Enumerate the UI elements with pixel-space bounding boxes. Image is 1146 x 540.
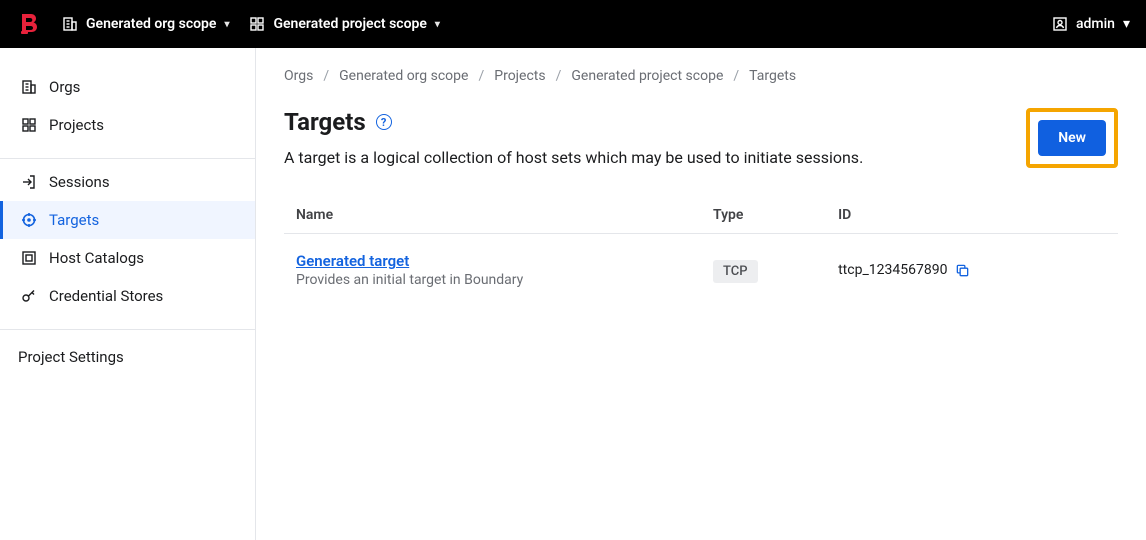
- main-content: Orgs / Generated org scope / Projects / …: [256, 48, 1146, 540]
- sidebar-item-host-catalogs[interactable]: Host Catalogs: [0, 239, 255, 277]
- copy-icon[interactable]: [955, 263, 970, 278]
- topbar: Generated org scope ▾ Generated project …: [0, 0, 1146, 48]
- grid-icon: [21, 117, 37, 133]
- chevron-down-icon: ▾: [435, 19, 440, 30]
- table-row: Generated target Provides an initial tar…: [284, 234, 1118, 307]
- breadcrumb-item[interactable]: Projects: [494, 68, 545, 84]
- chevron-down-icon: ▾: [224, 19, 229, 30]
- breadcrumb-item[interactable]: Generated org scope: [339, 68, 468, 84]
- target-name-link[interactable]: Generated target: [296, 252, 689, 270]
- target-icon: [21, 212, 37, 228]
- breadcrumb: Orgs / Generated org scope / Projects / …: [284, 68, 1118, 84]
- target-description: Provides an initial target in Boundary: [296, 272, 689, 288]
- new-button[interactable]: New: [1038, 120, 1106, 156]
- project-icon: [249, 16, 265, 32]
- sidebar-item-sessions[interactable]: Sessions: [0, 163, 255, 201]
- breadcrumb-item: Targets: [749, 68, 796, 84]
- project-scope-label: Generated project scope: [273, 16, 426, 32]
- user-menu[interactable]: admin ▾: [1052, 16, 1130, 32]
- sidebar-item-label: Projects: [49, 116, 104, 134]
- sidebar-item-orgs[interactable]: Orgs: [0, 68, 255, 106]
- org-scope-selector[interactable]: Generated org scope ▾: [62, 16, 229, 32]
- breadcrumb-item[interactable]: Orgs: [284, 68, 313, 84]
- sidebar-item-projects[interactable]: Projects: [0, 106, 255, 144]
- sidebar-item-label: Sessions: [49, 173, 110, 191]
- sidebar-settings-label: Project Settings: [18, 348, 124, 366]
- org-scope-label: Generated org scope: [86, 16, 216, 32]
- project-scope-selector[interactable]: Generated project scope ▾: [249, 16, 439, 32]
- key-icon: [21, 288, 37, 304]
- page-title-text: Targets: [284, 108, 366, 136]
- org-icon: [21, 79, 37, 95]
- sidebar-project-settings[interactable]: Project Settings: [0, 334, 255, 380]
- column-header-name: Name: [284, 197, 701, 234]
- user-icon: [1052, 16, 1068, 32]
- sidebar: Orgs Projects Sessions Targets: [0, 48, 256, 540]
- page-description: A target is a logical collection of host…: [284, 146, 863, 169]
- user-label: admin: [1076, 16, 1115, 32]
- help-icon[interactable]: ?: [376, 114, 392, 130]
- target-id: ttcp_1234567890: [838, 262, 947, 278]
- breadcrumb-sep: /: [323, 68, 329, 84]
- sidebar-item-label: Orgs: [49, 78, 80, 96]
- breadcrumb-sep: /: [733, 68, 739, 84]
- catalog-icon: [21, 250, 37, 266]
- org-icon: [62, 16, 78, 32]
- new-button-highlight: New: [1026, 108, 1118, 168]
- breadcrumb-sep: /: [556, 68, 562, 84]
- breadcrumb-item[interactable]: Generated project scope: [571, 68, 723, 84]
- sidebar-item-credential-stores[interactable]: Credential Stores: [0, 277, 255, 315]
- enter-icon: [21, 174, 37, 190]
- column-header-type: Type: [701, 197, 826, 234]
- breadcrumb-sep: /: [478, 68, 484, 84]
- sidebar-item-label: Targets: [49, 211, 99, 229]
- sidebar-item-label: Host Catalogs: [49, 249, 144, 267]
- column-header-id: ID: [826, 197, 1118, 234]
- type-badge: TCP: [713, 260, 758, 283]
- page-title: Targets ?: [284, 108, 863, 136]
- sidebar-item-targets[interactable]: Targets: [0, 201, 255, 239]
- app-logo: [16, 11, 42, 37]
- chevron-down-icon: ▾: [1123, 16, 1130, 32]
- sidebar-item-label: Credential Stores: [49, 287, 163, 305]
- targets-table: Name Type ID Generated target Provides a…: [284, 197, 1118, 306]
